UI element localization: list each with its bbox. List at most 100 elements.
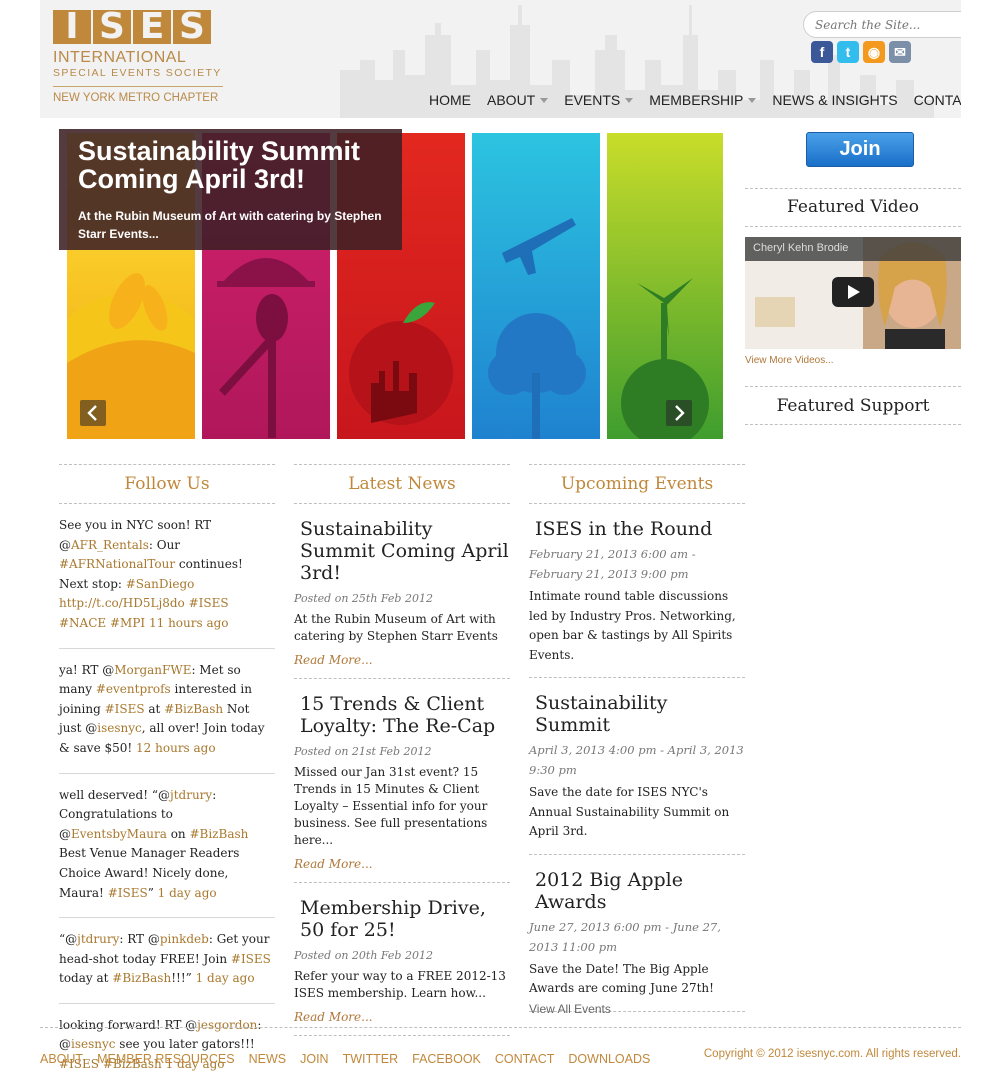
join-button[interactable]: Join [806, 132, 914, 167]
event-title[interactable]: 2012 Big Apple Awards [529, 869, 745, 913]
footer-link-about[interactable]: ABOUT [40, 1052, 83, 1066]
nav-label: HOME [429, 92, 471, 108]
rss-icon[interactable]: ◉ [863, 41, 885, 63]
event-title[interactable]: ISES in the Round [529, 518, 745, 540]
news-post-date: Posted on 21st Feb 2012 [294, 745, 432, 758]
tweet-link[interactable]: #ISES [189, 596, 229, 610]
news-post-body: Missed our Jan 31st event? 15 Trends in … [294, 765, 488, 847]
footer-link-join[interactable]: JOIN [300, 1052, 328, 1066]
play-icon[interactable] [832, 277, 874, 307]
tweet-link[interactable]: #ISES [105, 702, 145, 716]
logo-chapter: NEW YORK METRO CHAPTER [53, 92, 219, 104]
nav-label: CONTACT [913, 92, 961, 108]
event-date: June 27, 2013 6:00 pm - June 27, 2013 11… [529, 919, 721, 954]
view-more-videos-link[interactable]: View More Videos... [745, 355, 834, 366]
logo-international: INTERNATIONAL [53, 49, 187, 66]
tweet-link[interactable]: #eventprofs [96, 682, 171, 696]
nav-contact[interactable]: CONTACT [914, 92, 961, 108]
tweet-link[interactable]: isesnyc [71, 1037, 115, 1051]
tweet-link[interactable]: 1 day ago [158, 886, 217, 900]
tweet-item: looking forward! RT @jesgordon: @isesnyc… [59, 1004, 275, 1085]
tweet-link[interactable]: http://t.co/HD5Lj8do [59, 596, 185, 610]
logo-letter: S [93, 9, 131, 45]
main-nav: HOME ABOUT EVENTS MEMBERSHIP NEWS & INSI… [429, 92, 961, 108]
logo-letter: S [173, 9, 211, 45]
chevron-down-icon [748, 97, 757, 103]
footer-link-twitter[interactable]: TWITTER [343, 1052, 399, 1066]
tweet-link[interactable]: EventsbyMaura [71, 827, 167, 841]
divider [745, 226, 961, 227]
logo-letter: E [133, 9, 171, 45]
chevron-left-icon [87, 405, 97, 421]
footer-link-contact[interactable]: CONTACT [495, 1052, 555, 1066]
tweet-link[interactable]: #MPI [110, 616, 145, 630]
ises-logo[interactable]: I S E S INTERNATIONAL SPECIAL EVENTS SOC… [53, 9, 223, 104]
featured-video-player[interactable]: Cheryl Kehn Brodie [745, 237, 961, 349]
hero-panel-blue [472, 133, 600, 439]
copyright-text: Copyright © 2012 isesnyc.com. All rights… [703, 1048, 961, 1060]
hero-text: At the Rubin Museum of Art with catering… [78, 209, 382, 241]
tweet-text: on [166, 826, 190, 841]
facebook-icon[interactable]: f [811, 41, 833, 63]
nav-membership[interactable]: MEMBERSHIP [649, 92, 757, 108]
windmill-graphic [621, 278, 709, 439]
divider [745, 424, 961, 425]
slider-next-button[interactable] [666, 400, 692, 426]
tweet-text: today at [59, 971, 113, 986]
nav-about[interactable]: ABOUT [487, 92, 549, 108]
event-date: February 21, 2013 6:00 am - February 21,… [529, 547, 696, 581]
read-more-link[interactable]: Read More... [294, 653, 510, 667]
hero-caption[interactable]: Sustainability Summit Coming April 3rd! … [59, 129, 402, 250]
tweet-link[interactable]: #BizBash [189, 827, 248, 841]
tweet-link[interactable]: #BizBash [112, 971, 171, 985]
chevron-right-icon [675, 405, 685, 421]
read-more-link[interactable]: Read More... [294, 1010, 510, 1024]
event-title[interactable]: Sustainability Summit [529, 692, 745, 736]
footer-divider [40, 1027, 961, 1028]
tweet-list: See you in NYC soon! RT @AFR_Rentals: Ou… [59, 504, 275, 1085]
email-icon[interactable]: ✉ [889, 41, 911, 63]
tweet-link[interactable]: pinkdeb [160, 932, 209, 946]
footer-link-downloads[interactable]: DOWNLOADS [568, 1052, 650, 1066]
event-date: April 3, 2013 4:00 pm - April 3, 2013 9:… [529, 743, 744, 777]
tweet-text: !!!” [171, 971, 196, 986]
news-post-body: At the Rubin Museum of Art with catering… [294, 612, 498, 643]
tweet-link[interactable]: #ISES [108, 886, 148, 900]
tweet-link[interactable]: isesnyc [97, 721, 141, 735]
search-input[interactable] [804, 12, 954, 37]
footer-link-facebook[interactable]: FACEBOOK [412, 1052, 481, 1066]
news-post-title[interactable]: 15 Trends & Client Loyalty: The Re-Cap [294, 693, 510, 737]
news-post-title[interactable]: Membership Drive, 50 for 25! [294, 897, 510, 941]
view-all-events-link[interactable]: View All Events [529, 1002, 611, 1016]
tweet-link[interactable]: 1 day ago [196, 971, 255, 985]
nav-news-insights[interactable]: NEWS & INSIGHTS [772, 92, 897, 108]
read-more-link[interactable]: Read More... [294, 857, 510, 871]
nav-home[interactable]: HOME [429, 92, 471, 108]
chevron-down-icon [540, 97, 549, 103]
slider-prev-button[interactable] [80, 400, 106, 426]
logo-society: SPECIAL EVENTS SOCIETY [53, 67, 223, 87]
nav-events[interactable]: EVENTS [564, 92, 634, 108]
tweet-text: ya! RT @ [59, 662, 115, 677]
tweet-link[interactable]: MorganFWE [114, 663, 191, 677]
twitter-icon[interactable]: t [837, 41, 859, 63]
upcoming-events-column: Upcoming Events ISES in the Round Februa… [529, 464, 745, 1012]
footer-link-news[interactable]: NEWS [249, 1052, 287, 1066]
tweet-link[interactable]: #ISES [231, 952, 271, 966]
news-post-title[interactable]: Sustainability Summit Coming April 3rd! [294, 518, 510, 584]
social-icons: f t ◉ ✉ [811, 41, 911, 63]
tweet-link[interactable]: jtdrury [170, 788, 212, 802]
featured-support-heading: Featured Support [776, 396, 930, 416]
tweet-link[interactable]: #NACE [59, 616, 106, 630]
tweet-link[interactable]: #SanDiego [126, 577, 195, 591]
tweet-link[interactable]: #AFRNationalTour [59, 557, 175, 571]
tweet-link[interactable]: AFR_Rentals [71, 538, 149, 552]
tweet-link[interactable]: 11 hours ago [149, 616, 229, 630]
event-body: Intimate round table discussions led by … [529, 589, 736, 662]
tweet-link[interactable]: jesgordon [197, 1018, 257, 1032]
upcoming-events-heading: Upcoming Events [529, 465, 745, 504]
tweet-link[interactable]: #BizBash [164, 702, 223, 716]
footer-link-member-resources[interactable]: MEMBER RESOURCES [97, 1052, 235, 1066]
tweet-link[interactable]: 12 hours ago [136, 741, 216, 755]
tweet-link[interactable]: jtdrury [77, 932, 119, 946]
